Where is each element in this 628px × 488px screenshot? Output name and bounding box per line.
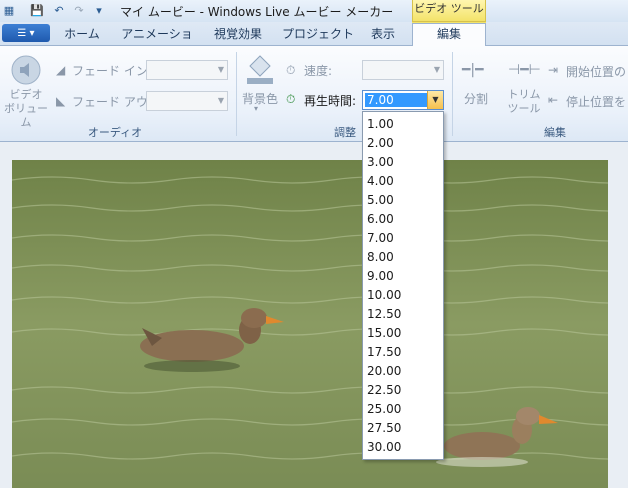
video-volume-button[interactable]: ビデオ ボリューム [2,88,50,130]
duration-label: 再生時間: [304,94,357,108]
tab-project[interactable]: プロジェクト [282,24,354,46]
set-start-icon: ⇥ [548,63,559,77]
set-start-button[interactable]: 開始位置の [566,63,626,80]
duration-option[interactable]: 20.00 [367,362,439,381]
duration-combobox[interactable]: 7.00 ▼ [362,90,444,110]
undo-icon[interactable]: ↶ [52,3,66,17]
audio-group-label: オーディオ [87,126,143,139]
duration-option[interactable]: 9.00 [367,267,439,286]
window-title: マイ ムービー - Windows Live ムービー メーカー [120,5,394,19]
duration-option[interactable]: 3.00 [367,153,439,172]
duration-option[interactable]: 22.50 [367,381,439,400]
duration-option[interactable]: 27.50 [367,419,439,438]
redo-icon[interactable]: ↷ [72,3,86,17]
split-icon: ━|━ [462,62,484,78]
duration-option[interactable]: 15.00 [367,324,439,343]
duration-option[interactable]: 25.00 [367,400,439,419]
duration-option[interactable]: 1.00 [367,115,439,134]
background-color-dropdown-icon[interactable]: ▾ [254,104,258,113]
duration-option[interactable]: 6.00 [367,210,439,229]
group-divider [452,52,453,136]
fade-out-select[interactable]: ▼ [146,91,228,111]
duration-option[interactable]: 30.00 [367,438,439,457]
duration-option[interactable]: 17.50 [367,343,439,362]
speed-select[interactable]: ▼ [362,60,444,80]
background-color-button[interactable]: 背景色 [240,90,280,107]
save-icon[interactable]: 💾 [30,3,44,17]
speed-icon: ⏱ [286,63,296,77]
tab-view[interactable]: 表示 [362,24,404,46]
application-menu-button[interactable]: ☰ ▾ [2,24,50,42]
split-button[interactable]: 分割 [458,90,494,107]
fade-out-icon: ◣ [56,94,66,108]
customize-toolbar-icon[interactable]: ▾ [92,3,106,17]
fade-in-icon: ◢ [56,63,66,77]
speaker-icon [10,54,42,86]
set-end-button[interactable]: 停止位置を [566,93,626,110]
duration-option[interactable]: 2.00 [367,134,439,153]
trim-icon: ⊣━⊢ [508,62,541,78]
chevron-down-icon[interactable]: ▼ [427,91,443,109]
tab-visual-effects[interactable]: 視覚効果 [206,24,270,46]
tab-animations[interactable]: アニメーション [116,24,198,61]
context-tab-title: ビデオ ツール [412,0,486,22]
paint-bucket-icon [244,52,276,86]
duration-option[interactable]: 4.00 [367,172,439,191]
tab-home[interactable]: ホーム [58,24,106,46]
app-icon: ▦ [3,3,15,17]
tab-edit[interactable]: 編集 [412,23,486,47]
duration-option[interactable]: 8.00 [367,248,439,267]
video-preview[interactable] [12,160,608,488]
duration-option[interactable]: 7.00 [367,229,439,248]
duration-option[interactable]: 12.50 [367,305,439,324]
fade-in-label: フェード イン: [72,64,152,78]
duration-option[interactable]: 10.00 [367,286,439,305]
trim-tool-button[interactable]: トリム ツール [504,88,544,116]
duration-option[interactable]: 5.00 [367,191,439,210]
group-divider [236,52,237,136]
edit-group-label: 編集 [544,126,566,139]
duration-value[interactable]: 7.00 [365,93,427,107]
fade-in-select[interactable]: ▼ [146,60,228,80]
duration-dropdown-list[interactable]: 1.00 2.00 3.00 4.00 5.00 6.00 7.00 8.00 … [362,111,444,460]
duration-icon: ⏱ [286,92,296,106]
speed-label: 速度: [304,64,333,78]
set-end-icon: ⇤ [548,93,559,107]
